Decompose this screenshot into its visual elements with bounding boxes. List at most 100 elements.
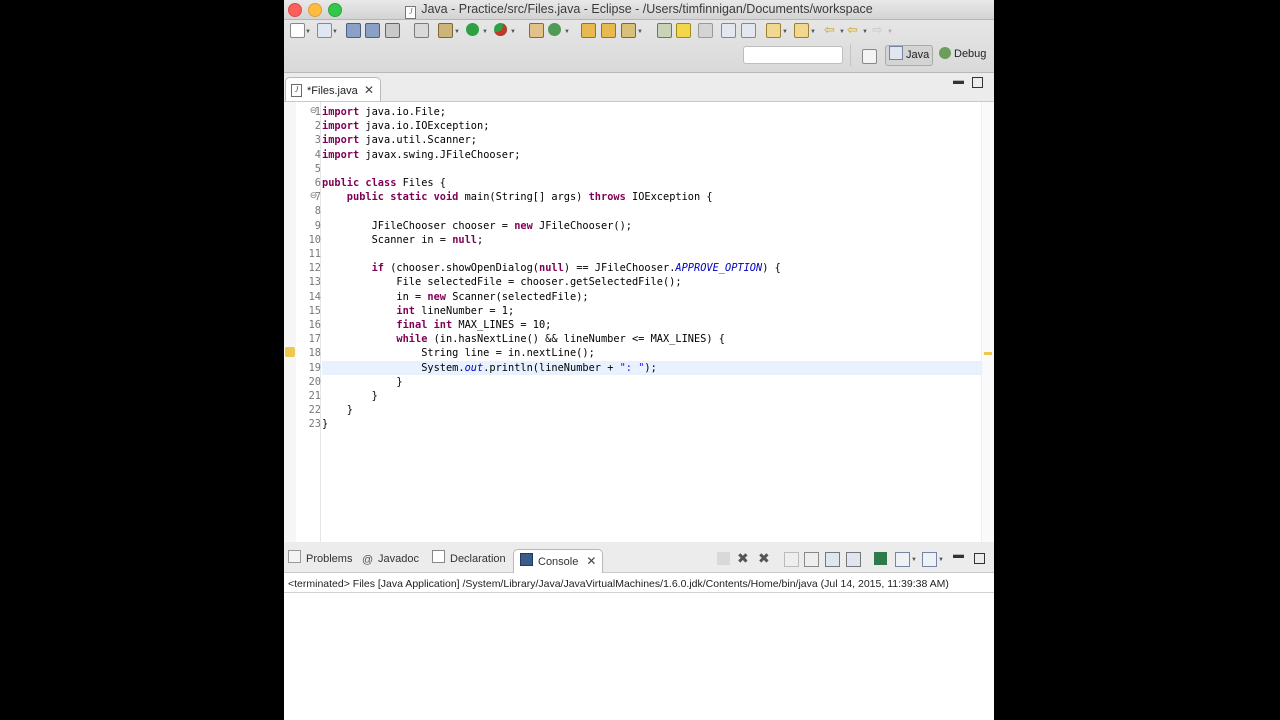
clear-console-icon[interactable]	[784, 552, 799, 567]
open-console-icon[interactable]	[922, 552, 937, 567]
overview-ruler[interactable]	[981, 102, 994, 542]
new-icon[interactable]	[290, 23, 305, 38]
save-icon[interactable]	[346, 23, 361, 38]
perspective-java-label: Java	[906, 49, 930, 61]
next-annotation-icon[interactable]	[766, 23, 781, 38]
code-line[interactable]: }	[322, 375, 402, 389]
remove-launch-icon[interactable]: ✖	[737, 551, 750, 565]
editor-tab-files-java[interactable]: J *Files.java ✕	[285, 77, 381, 102]
block-selection-icon[interactable]	[698, 23, 713, 38]
show-stdout-icon[interactable]	[825, 552, 840, 567]
next-annotation-dropdown-icon[interactable]: ▼	[782, 29, 788, 35]
code-line[interactable]: public class Files {	[322, 176, 446, 190]
annotation-icon[interactable]	[657, 23, 672, 38]
quick-access-input[interactable]	[743, 46, 843, 64]
code-token: Scanner(selectedFile);	[452, 290, 589, 303]
back-dropdown-icon[interactable]: ▼	[839, 29, 845, 35]
close-console-tab-icon[interactable]: ✕	[586, 554, 596, 568]
maximize-panel-icon[interactable]	[974, 553, 985, 564]
open-type-icon[interactable]	[581, 23, 596, 38]
open-console-dropdown-icon[interactable]: ▼	[938, 557, 944, 563]
tab-declaration[interactable]: Declaration	[432, 548, 506, 570]
perspective-java[interactable]: Java	[885, 45, 934, 66]
previous-annotation-dropdown-icon[interactable]: ▼	[810, 29, 816, 35]
forward-icon[interactable]: ⇨	[872, 23, 885, 36]
code-line[interactable]: }	[322, 389, 378, 403]
debug-dropdown-icon[interactable]: ▼	[454, 29, 460, 35]
current-code-line[interactable]: System.out.println(lineNumber + ": ");	[322, 360, 982, 375]
code-line[interactable]: int lineNumber = 1;	[322, 304, 514, 318]
code-token: MAX_LINES = 10;	[458, 319, 552, 331]
perspective-debug[interactable]: Debug	[936, 45, 989, 64]
new-project-icon[interactable]	[317, 23, 332, 38]
toggle-mark-occurrences-icon[interactable]	[676, 23, 691, 38]
new-dropdown-icon[interactable]: ▼	[305, 29, 311, 35]
code-line[interactable]: final int MAX_LINES = 10;	[322, 318, 551, 332]
run-icon[interactable]	[466, 23, 479, 36]
code-editor[interactable]: 1 2 3 4 5 6 7 8 9 10 11 12 13 14 15 16 17 18 19 20 21 22 23 ⊖ …	[284, 101, 994, 543]
run-dropdown-icon[interactable]: ▼	[482, 29, 488, 35]
tab-console[interactable]: Console ✕	[513, 549, 604, 573]
display-console-dropdown-icon[interactable]: ▼	[911, 557, 917, 563]
back-arrow-icon[interactable]: ⇦	[847, 23, 860, 36]
search-icon[interactable]	[621, 23, 636, 38]
line-number: 23	[308, 418, 321, 431]
run-external-tools-icon[interactable]	[494, 23, 507, 36]
code-line[interactable]: public static void main(String[] args) t…	[322, 190, 713, 204]
bottom-panel: Problems @ Javadoc Declaration Console ✕ ✖…	[284, 542, 994, 720]
save-all-icon[interactable]	[365, 23, 380, 38]
code-line[interactable]: in = new Scanner(selectedFile);	[322, 290, 589, 304]
code-line[interactable]: import java.io.File;	[322, 105, 446, 119]
code-line[interactable]: import java.io.IOException;	[322, 119, 489, 133]
print-icon[interactable]	[385, 23, 400, 38]
back-arrow-dropdown-icon[interactable]: ▼	[862, 29, 868, 35]
code-token: }	[322, 418, 329, 431]
maximize-editor-icon[interactable]	[972, 77, 983, 88]
tab-problems[interactable]: Problems	[288, 548, 352, 570]
minimize-editor-icon[interactable]: ▬	[953, 75, 964, 87]
fold-collapse-icon[interactable]: ⊖	[308, 105, 319, 116]
terminate-icon[interactable]	[717, 552, 730, 565]
code-line[interactable]: import javax.swing.JFileChooser;	[322, 148, 520, 162]
problems-icon	[288, 550, 301, 563]
fold-collapse-icon[interactable]: ⊖	[308, 190, 319, 201]
back-icon[interactable]: ⇦	[824, 23, 837, 36]
forward-dropdown-icon[interactable]: ▼	[887, 29, 893, 35]
new-project-dropdown-icon[interactable]: ▼	[332, 29, 338, 35]
debug-icon[interactable]	[438, 23, 453, 38]
code-line[interactable]: Scanner in = null;	[322, 233, 484, 247]
tab-javadoc[interactable]: @ Javadoc	[362, 548, 419, 570]
open-perspective-icon[interactable]	[862, 49, 877, 64]
line-number: 21	[308, 390, 321, 402]
toggle-breakpoints-icon[interactable]	[414, 23, 429, 38]
code-text-area[interactable]: import java.io.File; import java.io.IOExc…	[320, 102, 982, 542]
code-line[interactable]: while (in.hasNextLine() && lineNumber <=…	[322, 332, 725, 346]
code-line[interactable]: JFileChooser chooser = new JFileChooser(…	[322, 219, 632, 233]
previous-annotation-icon[interactable]	[794, 23, 809, 38]
search-dropdown-icon[interactable]: ▼	[637, 29, 643, 35]
code-line[interactable]: String line = in.nextLine();	[322, 346, 595, 360]
new-java-class-icon[interactable]	[548, 23, 561, 36]
code-line[interactable]: File selectedFile = chooser.getSelectedF…	[322, 275, 681, 289]
new-java-package-icon[interactable]	[529, 23, 544, 38]
show-pilcrow-icon[interactable]	[741, 23, 756, 38]
code-token: final int	[322, 319, 459, 331]
scroll-lock-icon[interactable]	[804, 552, 819, 567]
overview-warning-marker[interactable]	[984, 352, 992, 355]
code-line[interactable]: import java.util.Scanner;	[322, 133, 477, 147]
pin-console-icon[interactable]	[874, 552, 887, 565]
new-class-dropdown-icon[interactable]: ▼	[564, 29, 570, 35]
show-stderr-icon[interactable]	[846, 552, 861, 567]
open-task-icon[interactable]	[601, 23, 616, 38]
external-tools-dropdown-icon[interactable]: ▼	[510, 29, 516, 35]
remove-all-terminated-icon[interactable]: ✖	[758, 551, 771, 565]
line-number: 5	[314, 162, 321, 175]
minimize-panel-icon[interactable]: ▬	[953, 549, 964, 561]
code-line[interactable]: if (chooser.showOpenDialog(null) == JFil…	[322, 261, 781, 275]
code-line[interactable]: }	[322, 417, 328, 431]
close-tab-icon[interactable]: ✕	[364, 83, 374, 97]
javadoc-icon: @	[362, 554, 374, 566]
show-whitespace-icon[interactable]	[721, 23, 736, 38]
display-console-icon[interactable]	[895, 552, 910, 567]
code-line[interactable]: }	[322, 403, 353, 417]
